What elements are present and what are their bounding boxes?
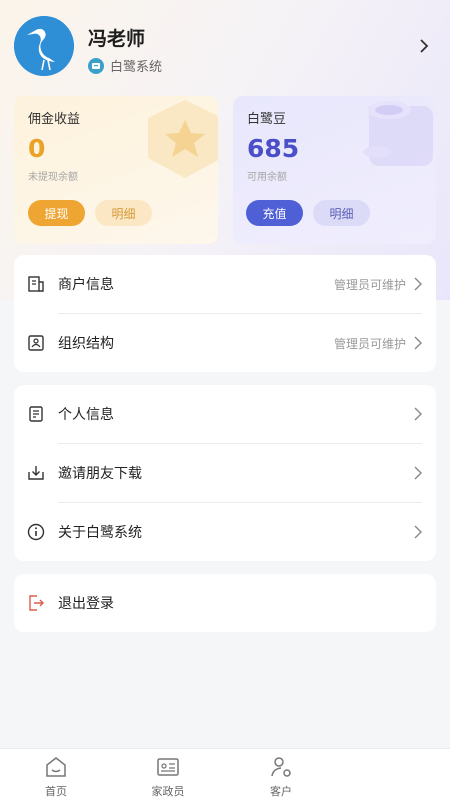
menu-item-label: 关于白鹭系统 xyxy=(58,525,142,541)
tab-home[interactable]: 首页 xyxy=(16,755,96,799)
logout-button[interactable]: 退出登录 xyxy=(14,574,436,632)
chevron-right-icon xyxy=(414,336,422,350)
logout-group: 退出登录 xyxy=(14,574,436,632)
merchant-icon xyxy=(28,276,44,292)
download-icon xyxy=(28,466,44,480)
coin-box-icon xyxy=(363,101,433,166)
tab-label: 家政员 xyxy=(151,785,185,798)
commission-subtitle: 未提现余额 xyxy=(28,172,78,183)
menu-item-label: 邀请朋友下载 xyxy=(58,466,142,482)
chevron-right-icon xyxy=(414,466,422,480)
avatar[interactable] xyxy=(14,16,74,76)
menu-item-label: 组织结构 xyxy=(58,336,114,352)
info-icon xyxy=(27,523,45,541)
menu-item-about[interactable]: 关于白鹭系统 xyxy=(14,503,436,561)
withdraw-button[interactable]: 提现 xyxy=(28,200,85,226)
menu-item-invite-download[interactable]: 邀请朋友下载 xyxy=(14,444,436,502)
menu-item-label: 商户信息 xyxy=(58,277,114,293)
logout-icon xyxy=(29,595,44,611)
chevron-right-icon xyxy=(414,277,422,291)
tab-staff[interactable]: 家政员 xyxy=(128,755,208,799)
org-badge-icon xyxy=(88,57,104,74)
egret-logo-icon xyxy=(14,16,74,76)
menu-item-org-structure[interactable]: 组织结构 管理员可维护 xyxy=(14,314,436,372)
tab-label: 客户 xyxy=(270,785,292,798)
profile-header[interactable]: 冯老师 白鹭系统 xyxy=(14,16,436,78)
chevron-right-icon xyxy=(414,407,422,421)
admin-menu-group: 商户信息 管理员可维护 组织结构 管理员可维护 xyxy=(14,255,436,372)
beans-value: 685 xyxy=(247,134,300,163)
chevron-right-icon xyxy=(414,525,422,539)
menu-item-label: 个人信息 xyxy=(58,407,114,423)
commission-title: 佣金收益 xyxy=(28,112,81,127)
menu-item-personal-info[interactable]: 个人信息 xyxy=(14,385,436,443)
chevron-right-icon[interactable] xyxy=(418,38,430,54)
recharge-button[interactable]: 充值 xyxy=(246,200,303,226)
commission-detail-button[interactable]: 明细 xyxy=(95,200,152,226)
beans-title: 白鹭豆 xyxy=(247,112,287,127)
bottom-tab-bar: 首页 家政员 客户 xyxy=(0,748,450,800)
beans-detail-button[interactable]: 明细 xyxy=(313,200,370,226)
general-menu-group: 个人信息 邀请朋友下载 关于白鹭系统 xyxy=(14,385,436,561)
org-structure-icon xyxy=(28,335,44,351)
menu-item-hint: 管理员可维护 xyxy=(333,278,406,292)
star-badge-icon xyxy=(148,100,218,178)
beans-card: 白鹭豆 685 可用余额 充值 明细 xyxy=(233,96,436,244)
commission-card: 佣金收益 0 未提现余额 提现 明细 xyxy=(14,96,218,244)
logout-label: 退出登录 xyxy=(58,596,114,612)
tab-label: 首页 xyxy=(45,785,67,798)
customer-icon xyxy=(271,757,291,777)
org-name: 白鹭系统 xyxy=(110,60,163,75)
org-row: 白鹭系统 xyxy=(88,56,162,75)
home-icon xyxy=(46,757,66,777)
menu-item-hint: 管理员可维护 xyxy=(333,337,406,351)
commission-value: 0 xyxy=(28,134,46,163)
menu-item-merchant-info[interactable]: 商户信息 管理员可维护 xyxy=(14,255,436,313)
tab-customer[interactable]: 客户 xyxy=(241,755,321,799)
personal-info-icon xyxy=(29,406,43,422)
user-name: 冯老师 xyxy=(88,28,146,50)
profile-page: 冯老师 白鹭系统 佣金收益 0 未提现余额 提现 明细 白鹭豆 685 可用余额… xyxy=(0,0,450,800)
id-card-icon xyxy=(157,758,179,776)
beans-subtitle: 可用余额 xyxy=(247,172,287,183)
